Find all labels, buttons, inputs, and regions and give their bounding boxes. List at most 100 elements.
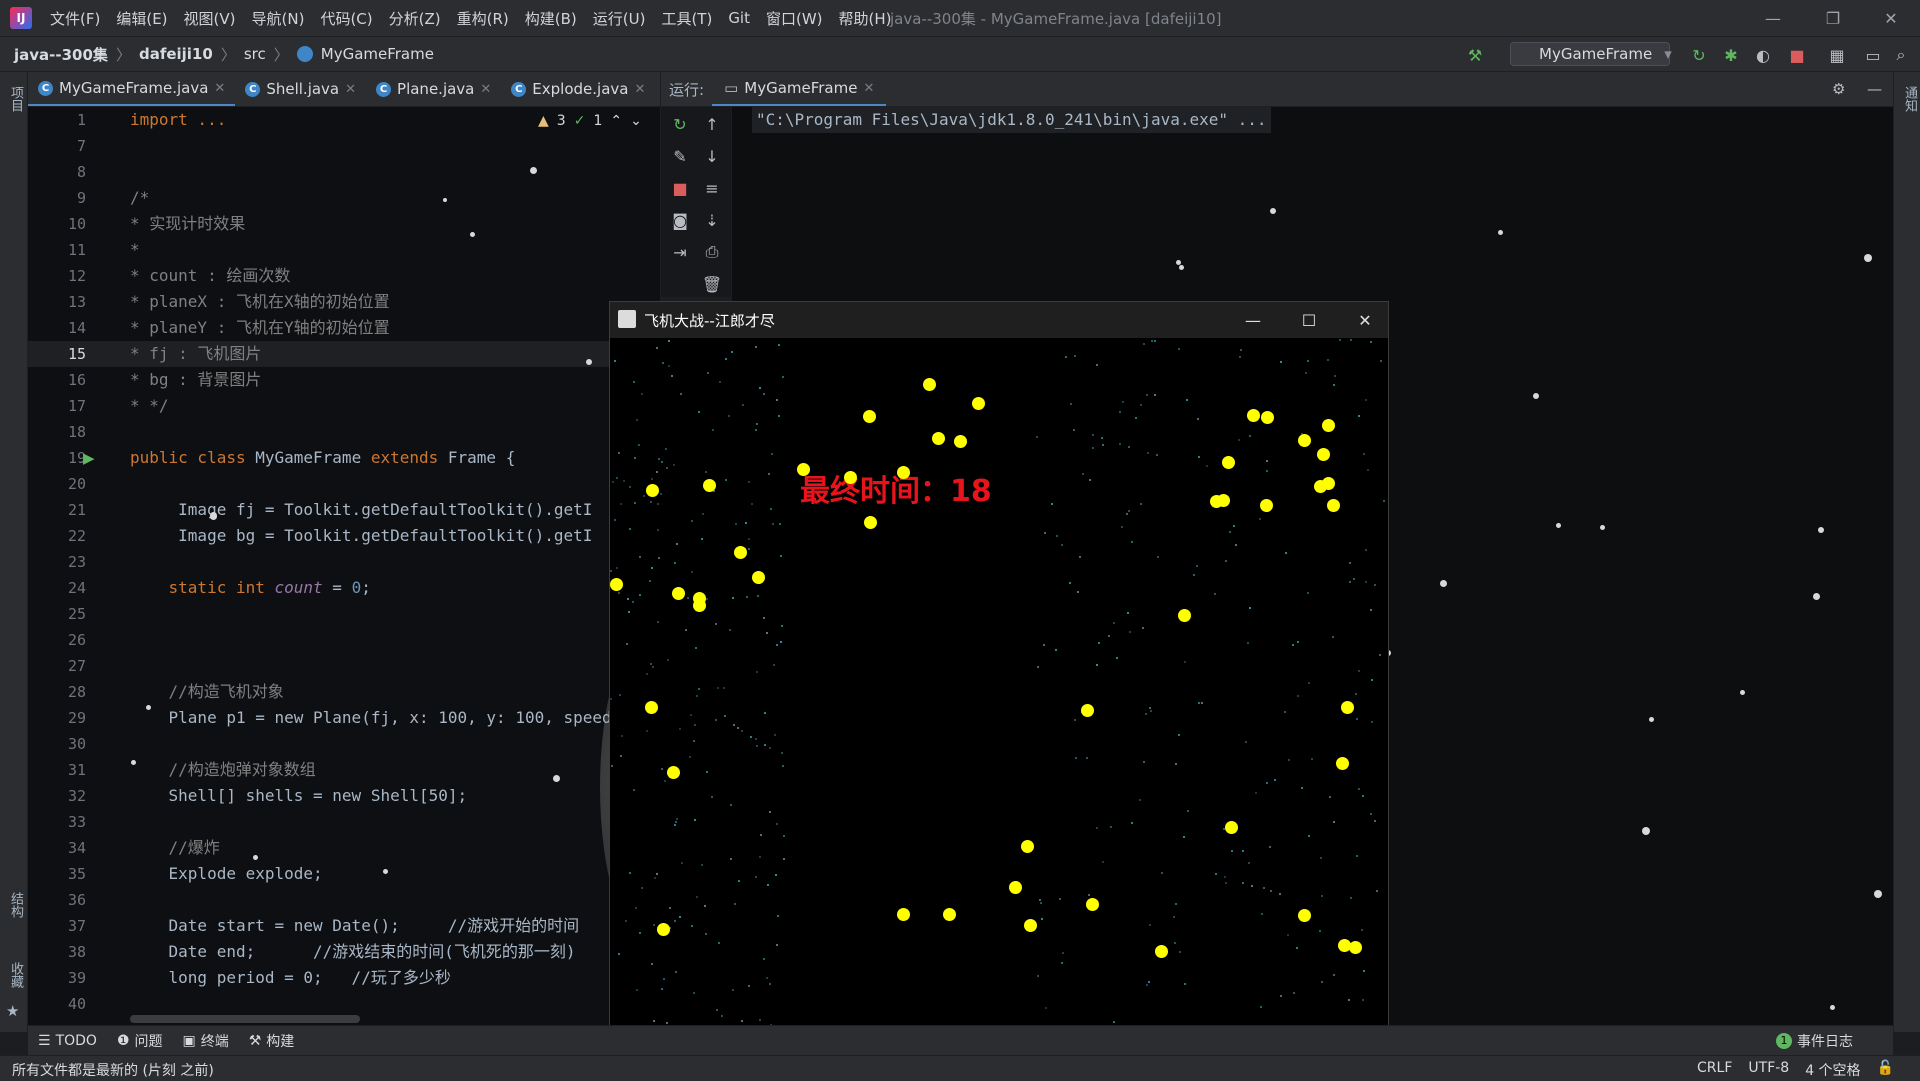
game-canvas[interactable]: 最终时间：18 [610, 338, 1388, 1079]
arrow-up-icon[interactable]: ↑ [701, 113, 723, 135]
run-configuration-select[interactable]: MyGameFrame ▾ [1510, 42, 1672, 66]
space-dust [705, 471, 707, 473]
space-dust [676, 818, 678, 820]
print-icon[interactable]: ⎙ [701, 241, 723, 263]
line-separator-widget[interactable]: CRLF [1697, 1060, 1732, 1080]
breadcrumb-src[interactable]: src [244, 45, 266, 63]
code-text: static int count = 0; [168, 578, 371, 597]
terminal-tool-button[interactable]: ▣ 终端 [183, 1031, 229, 1051]
scroll-to-end-icon[interactable]: ⇣ [701, 209, 723, 231]
game-window[interactable]: 飞机大战--江郎才尽 — ☐ ✕ 最终时间：18 [609, 301, 1389, 1080]
problems-tool-button[interactable]: ❶ 问题 [117, 1031, 163, 1051]
exit-icon[interactable]: ⇥ [669, 241, 691, 263]
todo-tool-button[interactable]: ☰ TODO [38, 1033, 97, 1049]
tab-plane[interactable]: C Plane.java ✕ [366, 72, 501, 106]
space-dust [1156, 454, 1158, 456]
menu-navigate[interactable]: 导航(N) [244, 8, 313, 29]
shell-ball [1298, 909, 1311, 922]
star [1600, 525, 1605, 530]
problems-label: 问题 [134, 1033, 163, 1050]
space-dust [1059, 898, 1061, 900]
gear-icon[interactable]: ⚙ [1832, 80, 1845, 98]
terminal-icon: ▣ [182, 1032, 196, 1049]
close-tab-icon[interactable]: ✕ [345, 82, 356, 97]
trash-icon[interactable]: 🗑 [701, 273, 723, 295]
menu-build[interactable]: 构建(B) [517, 8, 585, 29]
hide-panel-icon[interactable]: — [1867, 80, 1882, 98]
search-icon[interactable]: ⌕ [1890, 44, 1912, 66]
lock-icon[interactable]: 🔓 [1877, 1060, 1894, 1080]
breadcrumb-project[interactable]: java--300集 [14, 44, 108, 65]
menu-file[interactable]: 文件(F) [42, 8, 108, 29]
close-tab-icon[interactable]: ✕ [214, 81, 225, 96]
space-dust [1108, 635, 1110, 637]
close-tab-icon[interactable]: ✕ [480, 82, 491, 97]
layout-icon[interactable]: ▭ [1862, 44, 1884, 66]
menu-tools[interactable]: 工具(T) [653, 8, 720, 29]
minimize-icon[interactable]: — [1750, 4, 1796, 32]
space-dust [1061, 962, 1063, 964]
run-tab-mygameframe[interactable]: ▭ MyGameFrame ✕ [712, 72, 887, 106]
wrench-icon[interactable]: ✎ [669, 145, 691, 167]
tab-label: Explode.java [532, 80, 629, 98]
rerun-icon[interactable]: ↻ [1688, 44, 1710, 66]
intellij-logo-icon[interactable]: IJ [10, 7, 32, 29]
debug-icon[interactable]: ✱ [1720, 44, 1742, 66]
menu-run[interactable]: 运行(U) [585, 8, 654, 29]
space-dust [1036, 436, 1038, 438]
build-tool-button[interactable]: ⚒ 构建 [249, 1031, 295, 1051]
menu-view[interactable]: 视图(V) [176, 8, 244, 29]
build-hammer-icon[interactable]: ⚒ [1464, 44, 1486, 66]
breadcrumb-module[interactable]: dafeiji10 [139, 45, 213, 63]
event-log-button[interactable]: 1 事件日志 [1776, 1031, 1853, 1051]
soft-wrap-icon[interactable]: ≡ [701, 177, 723, 199]
space-dust [1065, 356, 1067, 358]
run-gutter-icon[interactable]: ▶ [83, 445, 95, 471]
minimize-icon[interactable]: — [1230, 306, 1276, 334]
maximize-icon[interactable]: ☐ [1286, 306, 1332, 334]
menu-code[interactable]: 代码(C) [312, 8, 380, 29]
close-icon[interactable]: ✕ [1868, 4, 1914, 32]
notifications-tool-button[interactable]: 通知 [1900, 86, 1919, 112]
tab-shell[interactable]: C Shell.java ✕ [235, 72, 366, 106]
rerun-icon[interactable]: ↻ [669, 113, 691, 135]
coverage-icon[interactable]: ◐ [1752, 44, 1774, 66]
chevron-right-icon: 〉 [115, 45, 131, 64]
indent-widget[interactable]: 4 个空格 [1805, 1060, 1860, 1080]
status-message[interactable]: 所有文件都是最新的 (片刻 之前) [12, 1060, 214, 1080]
space-dust [738, 880, 740, 882]
tab-mygameframe[interactable]: C MyGameFrame.java ✕ [28, 72, 236, 106]
menu-window[interactable]: 窗口(W) [758, 8, 831, 29]
tab-explode[interactable]: C Explode.java ✕ [501, 72, 655, 106]
close-icon[interactable]: ✕ [1342, 306, 1388, 334]
favorites-tool-button[interactable]: 收藏 [6, 962, 25, 988]
space-dust [1266, 470, 1268, 472]
project-structure-icon[interactable]: ▦ [1826, 44, 1848, 66]
horizontal-scrollbar[interactable] [130, 1015, 360, 1023]
camera-icon[interactable]: ◙ [669, 209, 691, 231]
breadcrumb-class[interactable]: MyGameFrame [321, 45, 434, 63]
menu-git[interactable]: Git [720, 9, 758, 27]
close-tab-icon[interactable]: ✕ [863, 81, 874, 96]
menu-analyze[interactable]: 分析(Z) [381, 8, 449, 29]
space-dust [1249, 435, 1251, 437]
project-tool-button[interactable]: 项目 [6, 86, 25, 112]
menu-edit[interactable]: 编辑(E) [108, 8, 175, 29]
space-dust [1197, 418, 1199, 420]
stop-icon[interactable]: ■ [1786, 44, 1808, 66]
close-tab-icon[interactable]: ✕ [634, 82, 645, 97]
shell-ball [844, 471, 857, 484]
encoding-widget[interactable]: UTF-8 [1748, 1060, 1789, 1080]
space-dust [763, 958, 765, 960]
arrow-down-icon[interactable]: ↓ [701, 145, 723, 167]
game-title-bar[interactable]: 飞机大战--江郎才尽 — ☐ ✕ [610, 302, 1388, 338]
structure-tool-button[interactable]: 结构 [6, 892, 25, 918]
space-dust [1062, 952, 1064, 954]
space-dust [782, 376, 784, 378]
star-icon[interactable]: ★ [6, 1002, 19, 1020]
space-dust [1308, 835, 1310, 837]
code-editor[interactable]: ▲ 3 ✓ 1 ⌃ ⌄ 1 import ... 7 8 9/* 10 * 实现计时… [28, 107, 660, 1025]
menu-refactor[interactable]: 重构(R) [449, 8, 517, 29]
stop-icon[interactable]: ■ [669, 177, 691, 199]
restore-icon[interactable]: ❐ [1810, 4, 1856, 32]
